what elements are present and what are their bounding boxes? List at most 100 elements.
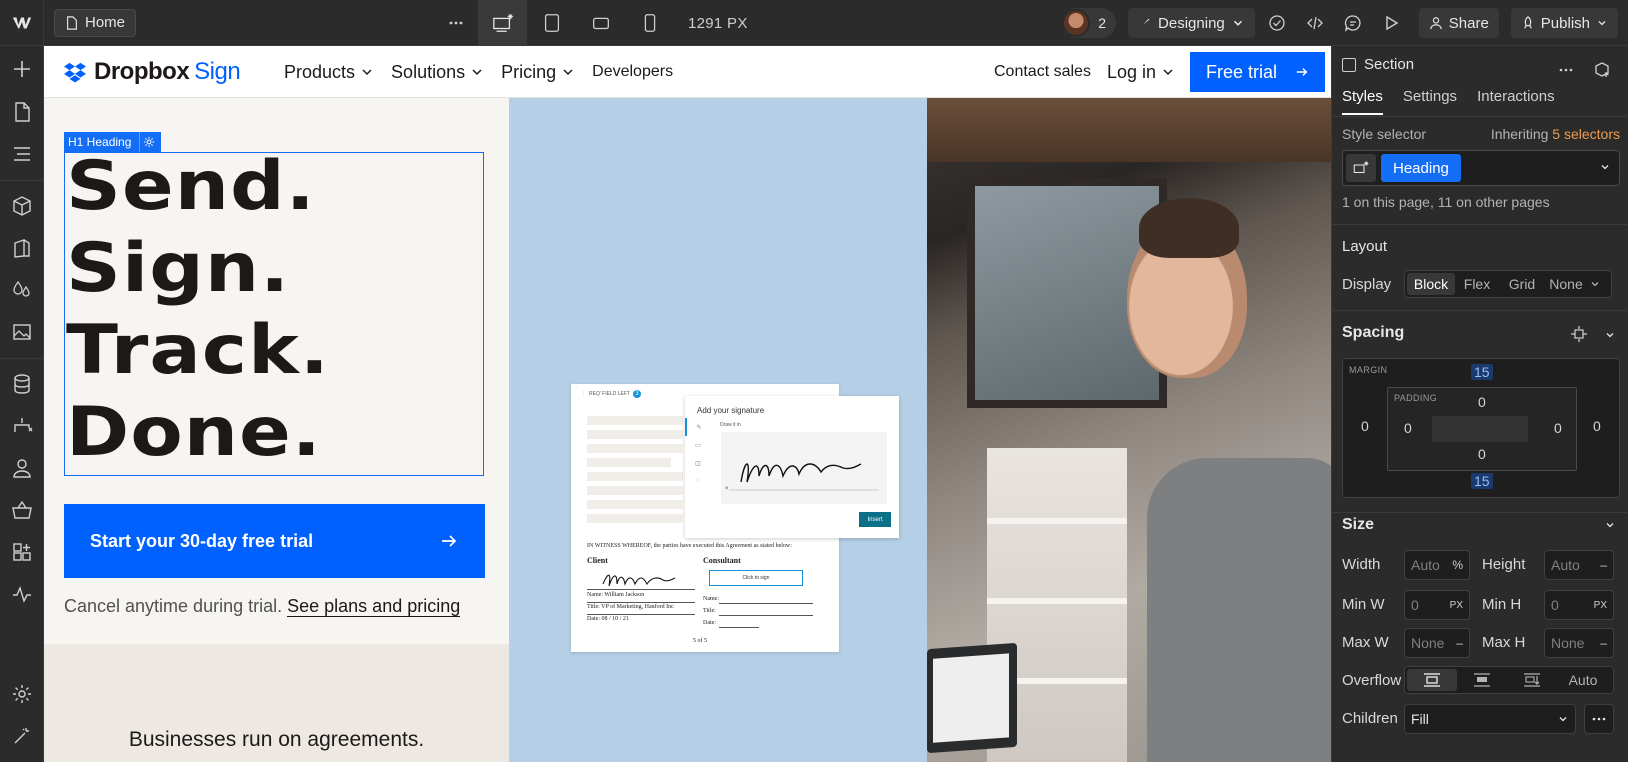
insights-panel-button[interactable] [0, 576, 44, 612]
rocket-icon [1523, 16, 1532, 29]
children-select[interactable]: Fill [1404, 704, 1576, 734]
navigator-panel-button[interactable] [0, 136, 44, 172]
overflow-scroll-icon[interactable] [1507, 669, 1557, 691]
padding-right-value[interactable]: 0 [1554, 420, 1562, 436]
webflow-logo[interactable] [0, 0, 44, 46]
display-flex[interactable]: Flex [1455, 273, 1499, 295]
hero-heading[interactable]: Send. Sign. Track. Done. [66, 146, 536, 474]
breakpoint-base-desktop[interactable] [478, 0, 527, 46]
inheriting-selectors-link[interactable]: 5 selectors [1552, 126, 1620, 142]
collaborators[interactable]: 2 [1062, 8, 1117, 38]
min-width-unit[interactable]: PX [1450, 600, 1463, 611]
breakpoint-mobile-landscape[interactable] [576, 0, 625, 46]
nav-pricing[interactable]: Pricing [501, 62, 574, 83]
padding-bottom-value[interactable]: 0 [1478, 446, 1486, 462]
height-input[interactable]: Auto – [1544, 550, 1614, 580]
max-height-input[interactable]: None – [1544, 628, 1614, 658]
selector-type-icon[interactable] [1346, 154, 1376, 182]
site-brand[interactable]: Dropbox Sign [64, 58, 241, 86]
audit-check-icon[interactable] [1261, 7, 1293, 39]
max-width-input[interactable]: None – [1404, 628, 1470, 658]
margin-left-value[interactable]: 0 [1361, 418, 1369, 434]
nav-products[interactable]: Products [284, 62, 373, 83]
apps-panel-button[interactable] [0, 534, 44, 570]
padding-left-value[interactable]: 0 [1404, 420, 1412, 436]
help-button[interactable] [0, 718, 44, 754]
signature-pad[interactable]: × [721, 432, 887, 504]
spacing-preset-icon[interactable] [1570, 326, 1588, 342]
login-dropdown[interactable]: Log in [1107, 62, 1174, 83]
chevron-down-icon[interactable] [1599, 161, 1611, 173]
margin-bottom-value[interactable]: 15 [1471, 473, 1493, 489]
share-button[interactable]: Share [1418, 8, 1499, 38]
users-panel-button[interactable] [0, 450, 44, 486]
height-label: Height [1482, 556, 1526, 573]
overflow-visible-icon[interactable] [1407, 669, 1457, 691]
design-canvas[interactable]: Dropbox Sign Products Solutions Pricing D… [44, 46, 1331, 762]
phone-tab-icon[interactable]: ◌ [685, 472, 711, 490]
page-selector-button[interactable]: Home [54, 8, 137, 37]
overflow-hidden-icon[interactable] [1457, 669, 1507, 691]
margin-top-value[interactable]: 15 [1471, 364, 1493, 380]
width-input[interactable]: Auto% [1404, 550, 1470, 580]
nav-developers[interactable]: Developers [592, 63, 673, 81]
selector-chip[interactable]: Heading [1381, 154, 1461, 182]
contact-sales-link[interactable]: Contact sales [994, 63, 1091, 81]
preview-play-icon[interactable] [1375, 7, 1407, 39]
chevron-down-icon[interactable] [1604, 329, 1616, 341]
type-tab-icon[interactable]: ▭ [685, 436, 711, 454]
components-panel-button[interactable] [0, 188, 44, 224]
children-more-button[interactable] [1584, 704, 1614, 734]
cms-panel-button[interactable] [0, 366, 44, 402]
ecommerce-panel-button[interactable] [0, 492, 44, 528]
width-unit[interactable]: % [1452, 558, 1463, 572]
settings-button[interactable] [0, 676, 44, 712]
more-options-icon[interactable] [440, 7, 472, 39]
draw-tab-icon[interactable]: ✎ [685, 418, 711, 436]
logic-panel-button[interactable] [0, 408, 44, 444]
drawn-signature-image: × [725, 463, 879, 492]
canvas-width-readout: 1291 PX [688, 14, 748, 32]
code-icon[interactable] [1299, 7, 1331, 39]
display-block[interactable]: Block [1407, 273, 1455, 295]
component-create-icon[interactable] [1586, 54, 1618, 86]
start-trial-button[interactable]: Start your 30-day free trial [64, 504, 485, 578]
min-height-input[interactable]: 0 PX [1544, 590, 1614, 620]
variables-panel-button[interactable] [0, 230, 44, 266]
height-unit[interactable]: – [1600, 558, 1607, 572]
breakpoint-mobile-portrait[interactable] [625, 0, 674, 46]
min-width-input[interactable]: 0 PX [1404, 590, 1470, 620]
inheriting-label: Inheriting [1490, 126, 1549, 142]
publish-button[interactable]: Publish [1510, 8, 1618, 38]
add-panel-button[interactable] [0, 51, 44, 87]
click-to-sign-field[interactable]: Click to sign [709, 570, 803, 586]
display-grid[interactable]: Grid [1499, 273, 1545, 295]
more-options-icon[interactable] [1550, 54, 1582, 86]
styles-panel-button[interactable] [0, 272, 44, 308]
style-selector-field[interactable]: Heading [1342, 150, 1620, 186]
overflow-auto[interactable]: Auto [1557, 669, 1609, 691]
camera-tab-icon[interactable]: ◫ [685, 454, 711, 472]
breakpoint-tablet[interactable] [527, 0, 576, 46]
nav-solutions[interactable]: Solutions [391, 62, 483, 83]
chevron-down-icon[interactable] [1604, 519, 1616, 531]
max-height-unit[interactable]: – [1600, 636, 1607, 650]
pages-panel-button[interactable] [0, 94, 44, 130]
plans-pricing-link[interactable]: See plans and pricing [287, 596, 461, 617]
tab-interactions[interactable]: Interactions [1477, 88, 1555, 115]
witness-clause: IN WITNESS WHEREOF, the parties have exe… [587, 543, 792, 549]
tab-styles[interactable]: Styles [1342, 88, 1383, 115]
section-tagline: Businesses run on agreements. [128, 728, 425, 751]
insert-signature-button[interactable]: Insert [859, 512, 891, 527]
max-width-unit[interactable]: – [1456, 636, 1463, 650]
min-height-value: 0 [1551, 597, 1559, 613]
free-trial-button[interactable]: Free trial [1189, 52, 1325, 92]
comment-icon[interactable] [1337, 7, 1369, 39]
display-none-dropdown[interactable]: None [1545, 273, 1605, 295]
padding-top-value[interactable]: 0 [1478, 394, 1486, 410]
assets-panel-button[interactable] [0, 314, 44, 350]
margin-right-value[interactable]: 0 [1593, 418, 1601, 434]
min-height-unit[interactable]: PX [1594, 600, 1607, 611]
mode-dropdown[interactable]: Designing [1128, 8, 1255, 38]
tab-settings[interactable]: Settings [1403, 88, 1457, 115]
